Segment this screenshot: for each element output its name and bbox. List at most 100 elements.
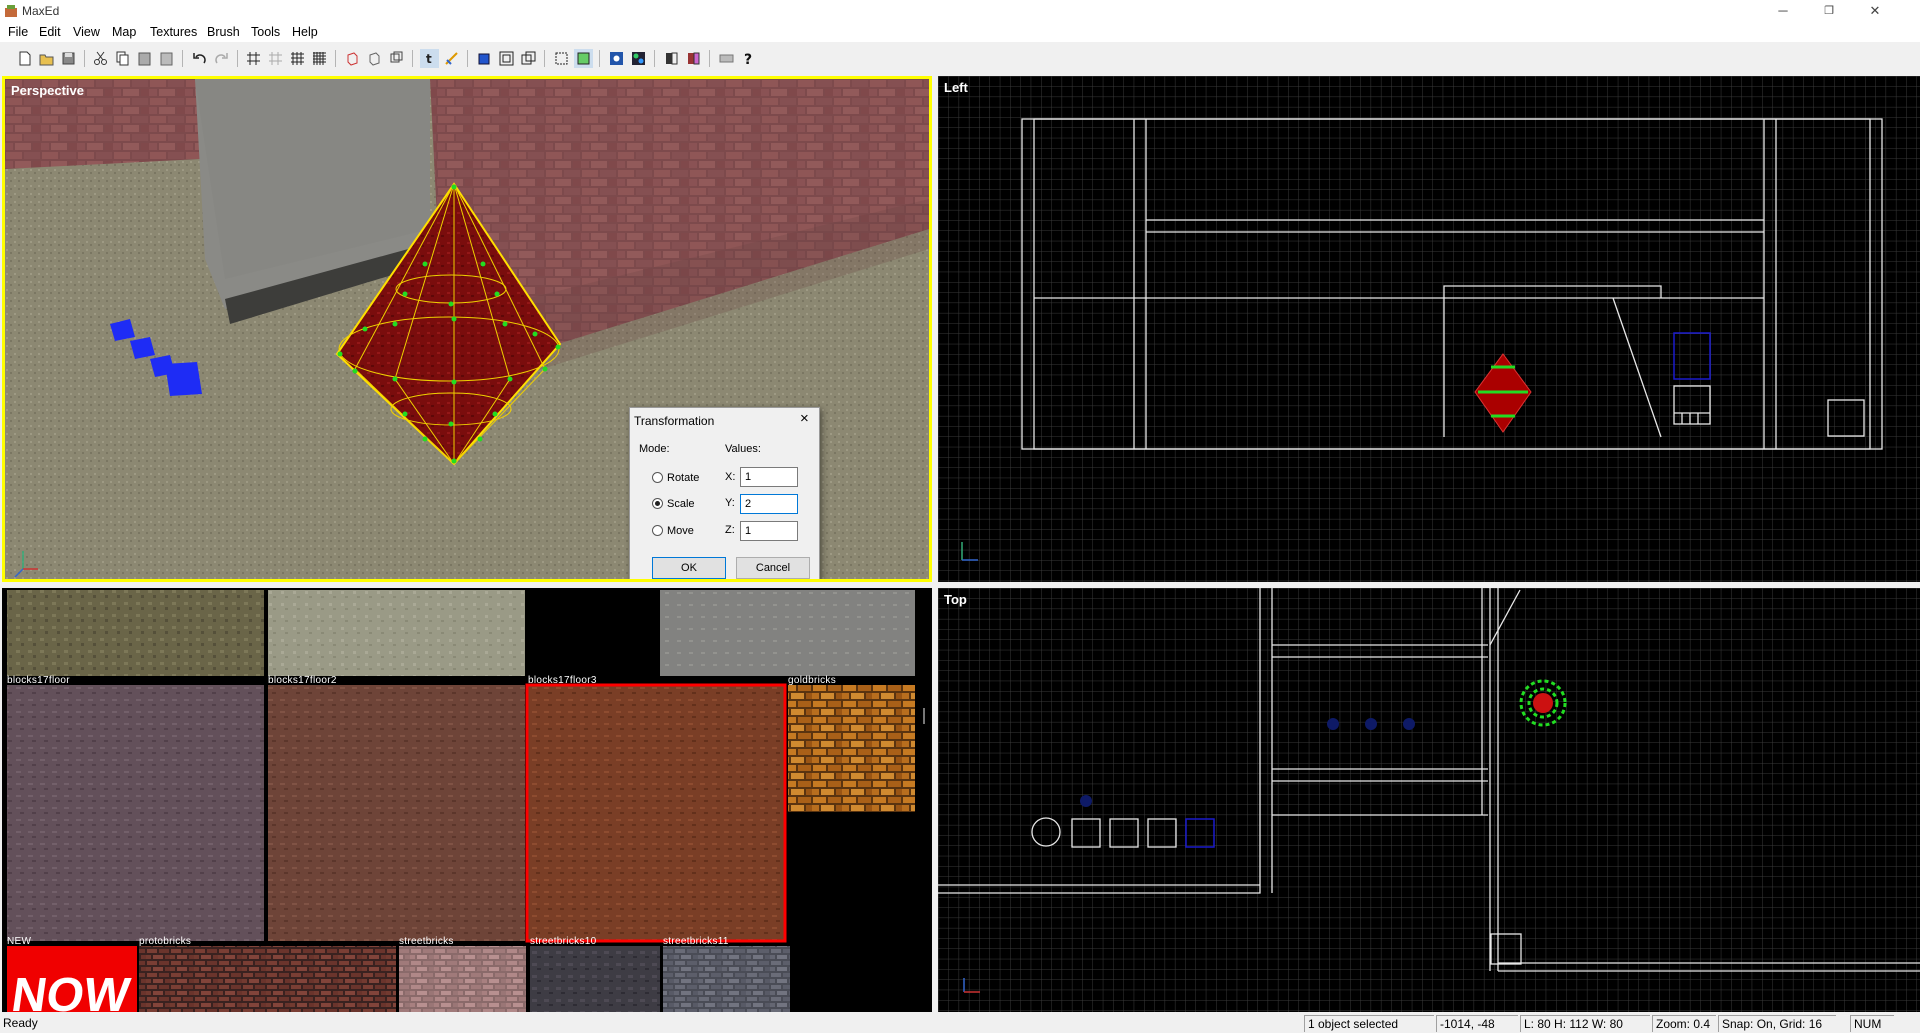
rotate-radio-label[interactable]: Rotate [667,472,699,484]
vertex-edit-icon[interactable] [442,49,461,68]
status-zoom: Zoom: 0.4 [1652,1015,1716,1032]
texture-label[interactable]: NEW [7,936,31,947]
compile-icon[interactable] [717,49,736,68]
ok-button[interactable]: OK [652,557,726,579]
help-icon[interactable]: ? [739,49,758,68]
toolbar: t ? [0,47,1920,73]
menu-map[interactable]: Map [112,25,136,39]
select-brush-icon[interactable] [365,49,384,68]
maximize-button[interactable]: ❐ [1806,0,1852,22]
toolbar-separator [84,50,85,67]
texture-lock-icon[interactable]: t [420,49,439,68]
menu-help[interactable]: Help [292,25,318,39]
close-button[interactable]: ✕ [1852,0,1898,22]
viewport-label-top: Top [944,592,967,607]
texture-label[interactable]: streetbricks [399,936,454,947]
entity-icon[interactable] [607,49,626,68]
mirror-icon[interactable] [684,49,703,68]
svg-text:t: t [426,52,432,66]
z-label: Z: [725,524,735,536]
flip-icon[interactable] [662,49,681,68]
status-size: L: 80 H: 112 W: 80 [1520,1015,1650,1032]
texture-label[interactable]: goldbricks [788,675,836,686]
dialog-close-icon[interactable]: × [800,410,809,427]
top-viewport[interactable]: Top [938,588,1920,1012]
grid-3d-icon[interactable] [266,49,285,68]
menu-bar: File Edit View Map Textures Brush Tools … [0,22,1920,42]
y-value-input[interactable] [740,494,798,514]
perspective-viewport[interactable]: Perspective Transformation × Mode: Value… [2,76,932,582]
transformation-dialog: Transformation × Mode: Values: Rotate Sc… [629,407,820,579]
texture-label[interactable]: protobricks [139,936,191,947]
texture-label[interactable]: blocks17floor2 [268,675,337,686]
open-folder-icon[interactable] [37,49,56,68]
copy-icon[interactable] [113,49,132,68]
status-num: NUM [1850,1015,1894,1032]
status-coords: -1014, -48 [1436,1015,1518,1032]
window-title: MaxEd [22,4,60,18]
viewport-label-perspective: Perspective [11,83,84,98]
hollow-icon[interactable] [497,49,516,68]
status-ready: Ready [3,1016,38,1030]
x-label: X: [725,471,736,483]
fine-grid-icon[interactable] [310,49,329,68]
menu-edit[interactable]: Edit [39,25,61,39]
light-entity-icon[interactable] [629,49,648,68]
menu-tools[interactable]: Tools [251,25,280,39]
move-radio[interactable] [652,525,663,536]
rotate-radio[interactable] [652,472,663,483]
select-entity-icon[interactable] [387,49,406,68]
bounding-box-icon[interactable] [552,49,571,68]
status-snap: Snap: On, Grid: 16 [1718,1015,1836,1032]
grid-snap-icon[interactable] [288,49,307,68]
dialog-title: Transformation [634,414,715,428]
toolbar-separator [709,50,710,67]
toolbar-separator [544,50,545,67]
save-icon[interactable] [59,49,78,68]
status-selection: 1 object selected [1304,1015,1434,1032]
scale-radio[interactable] [652,498,663,509]
toolbar-separator [467,50,468,67]
select-face-icon[interactable] [343,49,362,68]
grid-icon[interactable] [244,49,263,68]
toolbar-separator [182,50,183,67]
x-value-input[interactable] [740,467,798,487]
texture-label[interactable]: blocks17floor [7,675,70,686]
viewport-label-left: Left [944,80,968,95]
title-bar: MaxEd ─ ❐ ✕ [0,0,1920,22]
scale-radio-label[interactable]: Scale [667,498,695,510]
cube-icon[interactable] [475,49,494,68]
menu-view[interactable]: View [73,25,100,39]
clip-icon[interactable] [574,49,593,68]
menu-brush[interactable]: Brush [207,25,240,39]
status-bar: Ready 1 object selected -1014, -48 L: 80… [0,1014,1920,1033]
texture-label[interactable]: streetbricks10 [530,936,596,947]
menu-file[interactable]: File [8,25,28,39]
csg-subtract-icon[interactable] [519,49,538,68]
toolbar-separator [335,50,336,67]
toolbar-separator [599,50,600,67]
app-icon [5,5,17,17]
texture-label-selected[interactable]: blocks17floor3 [528,675,597,686]
z-value-input[interactable] [740,521,798,541]
paste-special-icon[interactable] [157,49,176,68]
move-radio-label[interactable]: Move [667,525,694,537]
menu-textures[interactable]: Textures [150,25,197,39]
texture-browser[interactable]: blocks17floor blocks17floor2 blocks17flo… [2,588,932,1012]
left-viewport[interactable]: Left [938,76,1920,582]
texture-thumbnails [7,590,925,1012]
undo-icon[interactable] [190,49,209,68]
cut-icon[interactable] [91,49,110,68]
toolbar-separator [654,50,655,67]
left-view-grid [938,76,1920,582]
values-label: Values: [725,443,761,455]
paste-icon[interactable] [135,49,154,68]
mode-label: Mode: [639,443,670,455]
texture-label[interactable]: streetbricks11 [663,936,729,947]
cancel-button[interactable]: Cancel [736,557,810,579]
toolbar-separator [412,50,413,67]
redo-icon[interactable] [212,49,231,68]
new-texture-text: NOW [8,969,134,1012]
new-file-icon[interactable] [15,49,34,68]
minimize-button[interactable]: ─ [1760,0,1806,22]
